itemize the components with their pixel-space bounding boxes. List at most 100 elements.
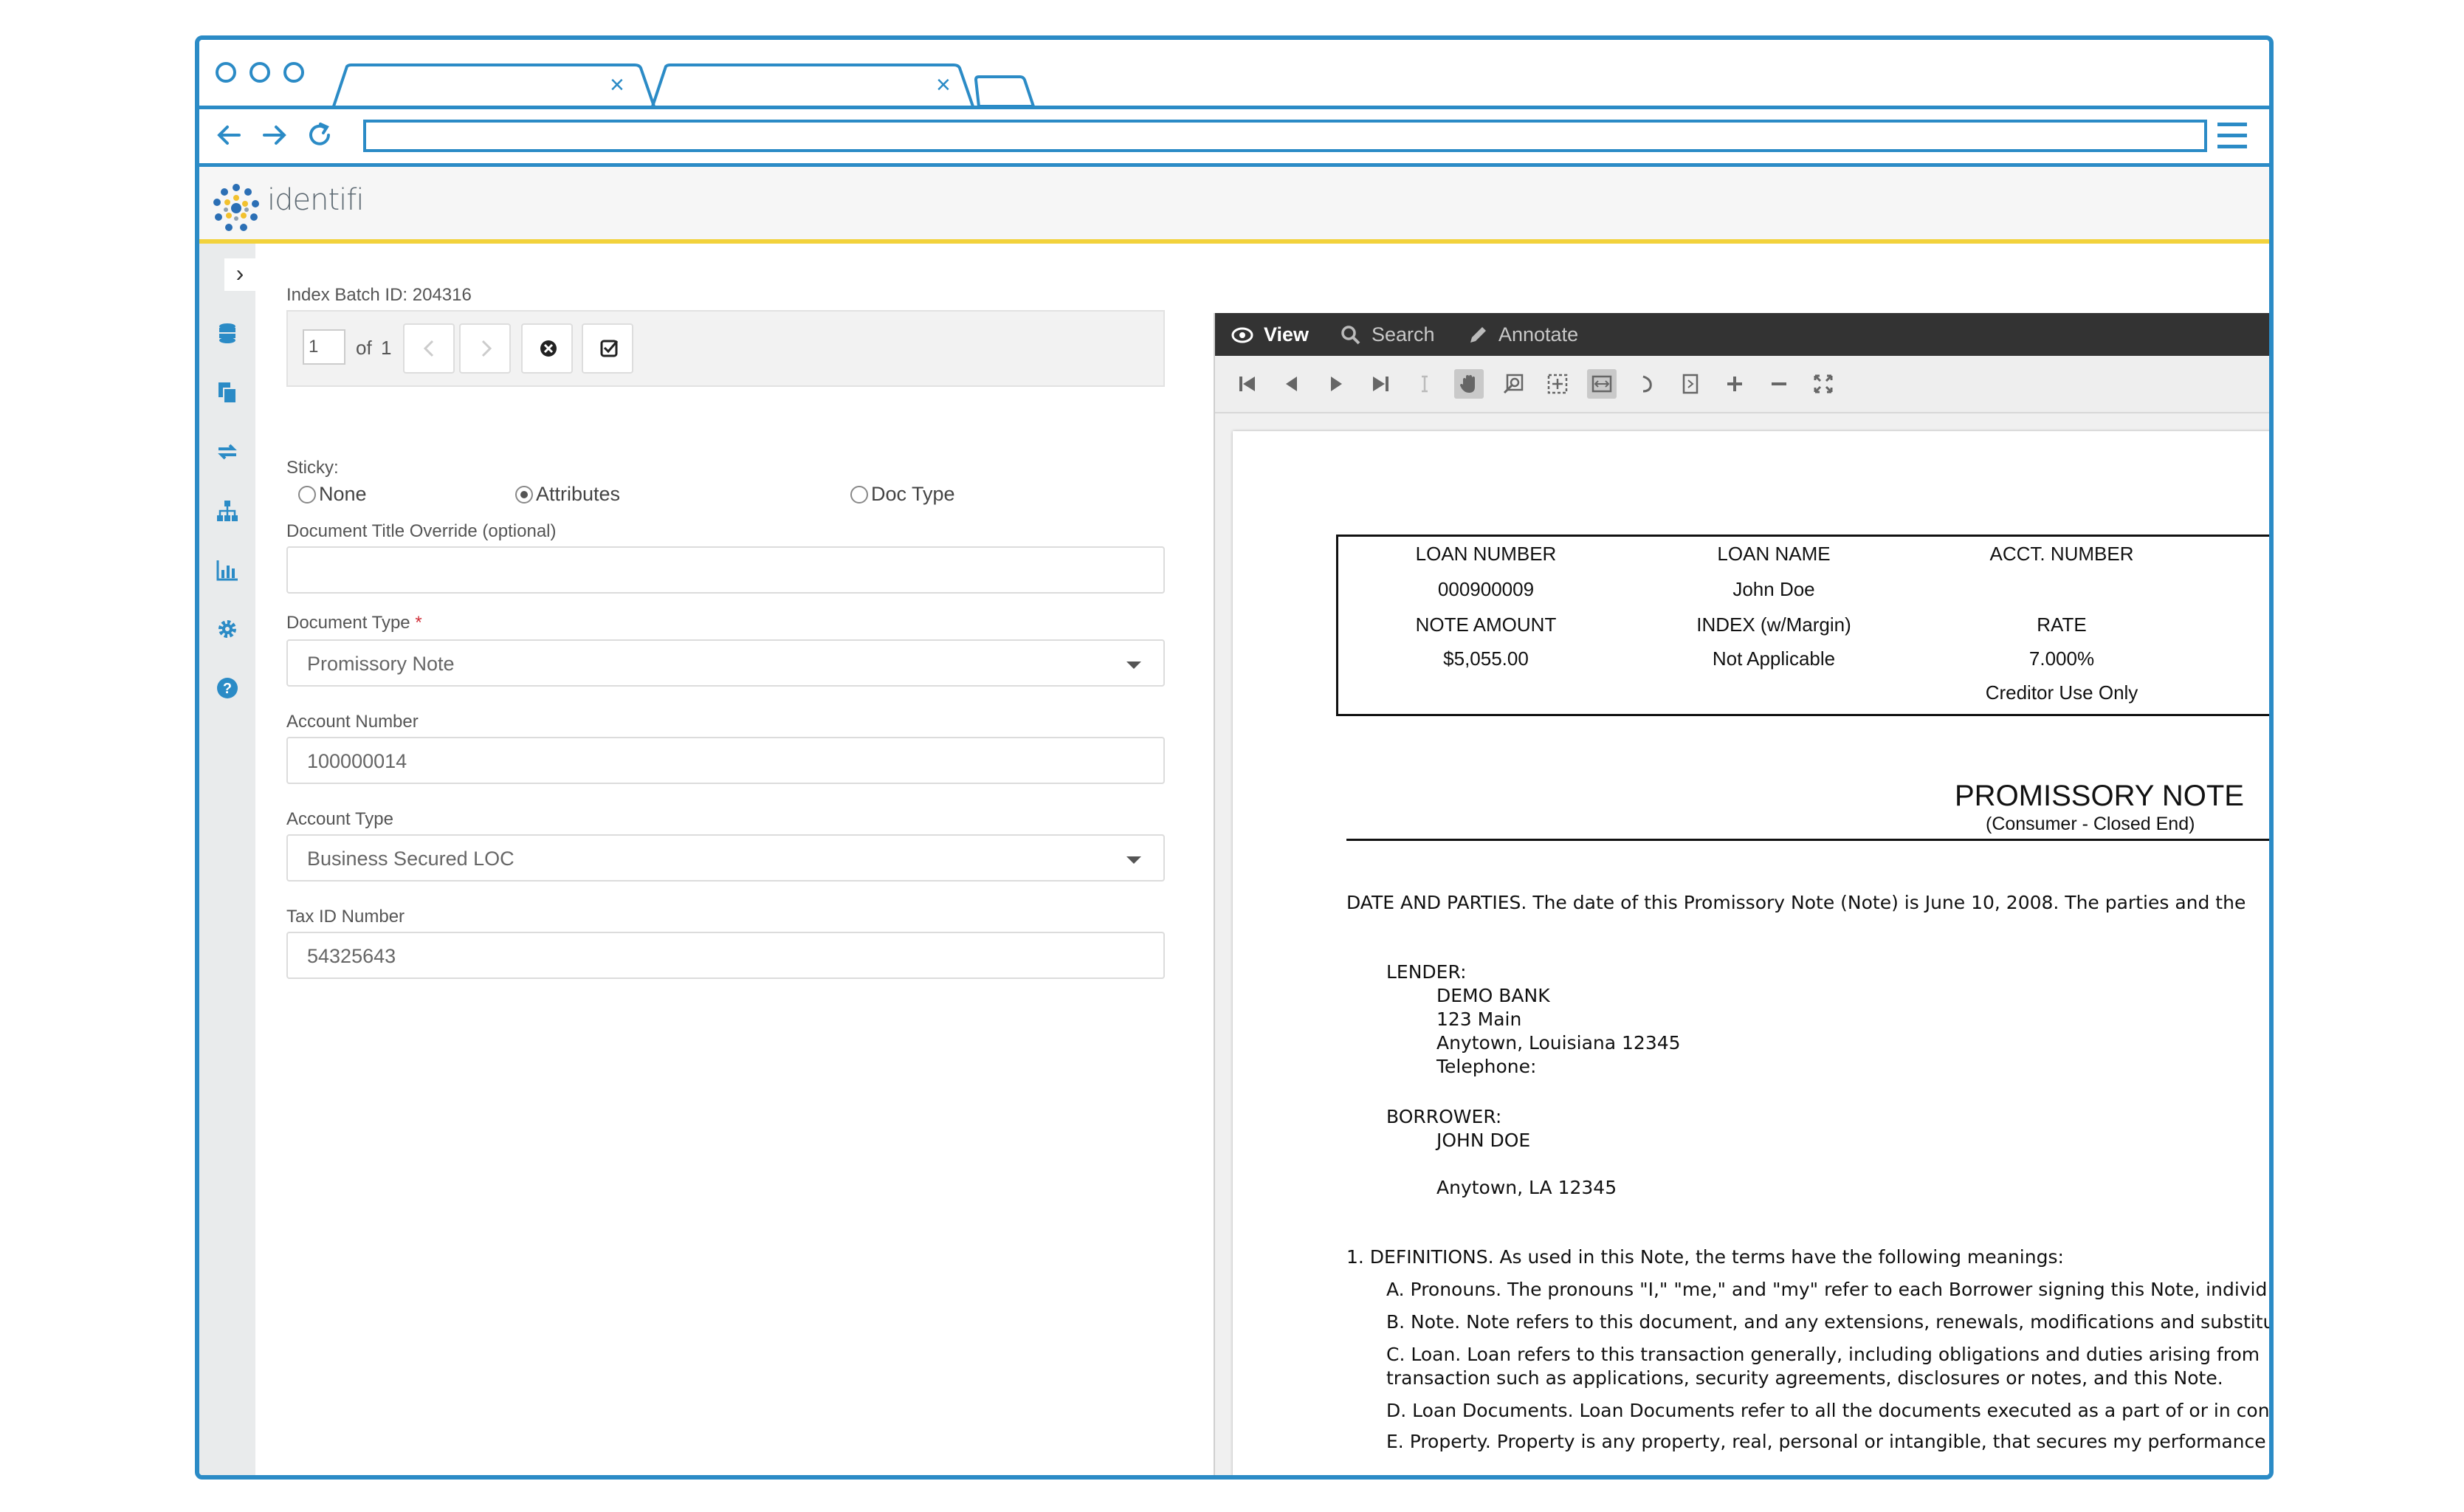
table-header-loan-number: LOAN NUMBER [1415, 543, 1557, 565]
help-icon[interactable]: ? [214, 675, 241, 701]
rotate-icon[interactable] [1631, 369, 1661, 399]
confirm-button[interactable] [582, 323, 633, 374]
table-header-loan-name: LOAN NAME [1717, 543, 1831, 565]
pencil-icon [1470, 327, 1486, 343]
cancel-button[interactable] [521, 323, 573, 374]
window-control-dot[interactable] [283, 62, 304, 83]
table-header-acct-number: ACCT. NUMBER [1989, 543, 2134, 565]
database-icon[interactable] [214, 320, 241, 347]
app-header: identifi [199, 167, 2269, 244]
first-page-icon[interactable] [1233, 369, 1262, 399]
definition-line: E. Property. Property is any property, r… [1386, 1431, 2274, 1452]
title-rule [1346, 839, 2269, 841]
tab-close-icon[interactable]: × [936, 72, 951, 97]
previous-page-icon[interactable] [1277, 369, 1307, 399]
borrower-label: BORROWER: [1386, 1106, 1502, 1127]
borrower-line: Anytown, LA 12345 [1436, 1177, 1617, 1198]
eye-icon [1231, 327, 1253, 343]
window-control-dot[interactable] [250, 62, 270, 83]
tax-id-label: Tax ID Number [286, 907, 405, 927]
identifi-logo-icon [213, 184, 259, 231]
tax-id-value: 54325643 [307, 945, 396, 967]
doc-type-value: Promissory Note [307, 653, 455, 675]
loan-summary-table: LOAN NUMBER LOAN NAME ACCT. NUMBER 00090… [1336, 535, 2269, 716]
tab-view[interactable]: View [1264, 323, 1309, 346]
viewer-toolbar [1215, 356, 2269, 413]
last-page-icon[interactable] [1366, 369, 1395, 399]
transfer-icon[interactable] [214, 439, 241, 465]
tax-id-input[interactable]: 54325643 [286, 932, 1165, 979]
fit-width-icon[interactable] [1587, 369, 1617, 399]
page-navigator: of 1 [286, 310, 1165, 387]
close-circle-icon [540, 340, 557, 357]
browser-tab-2[interactable] [651, 63, 976, 108]
definition-line: D. Loan Documents. Loan Documents refer … [1386, 1400, 2274, 1421]
table-cell-loan-name: John Doe [1732, 578, 1815, 600]
next-page-icon[interactable] [1321, 369, 1351, 399]
account-number-input[interactable]: 100000014 [286, 737, 1165, 784]
reload-icon[interactable] [303, 118, 337, 152]
sticky-label: Sticky: [286, 458, 339, 478]
account-number-value: 100000014 [307, 750, 407, 772]
definitions-heading: 1. DEFINITIONS. As used in this Note, th… [1346, 1246, 2064, 1268]
browser-tab-1[interactable] [332, 63, 657, 108]
account-number-label: Account Number [286, 712, 419, 732]
zoom-out-icon[interactable] [1764, 369, 1794, 399]
caret-down-icon [1126, 662, 1141, 669]
tab-close-icon[interactable]: × [610, 72, 624, 97]
title-override-input[interactable] [286, 546, 1165, 594]
lender-line: 123 Main [1436, 1008, 1522, 1030]
tab-search[interactable]: Search [1372, 323, 1435, 346]
tab-annotate[interactable]: Annotate [1498, 323, 1578, 346]
expand-rail-button[interactable]: › [224, 258, 255, 291]
window-control-dot[interactable] [216, 62, 236, 83]
document-viewer: View Search Annotate LOAN NUMBER LOAN NA… [1214, 313, 2274, 1475]
gear-icon[interactable] [214, 616, 241, 642]
back-arrow-icon[interactable] [213, 118, 247, 152]
browser-window: × × identifi › ? Index Batch ID: 204316 … [195, 35, 2274, 1480]
svg-text:?: ? [223, 681, 232, 697]
table-cell-index: Not Applicable [1712, 647, 1836, 670]
table-header-rate: RATE [2037, 614, 2087, 636]
sticky-doctype-radio[interactable] [850, 486, 868, 504]
zoom-region-icon[interactable] [1498, 369, 1528, 399]
text-select-icon[interactable] [1410, 369, 1439, 399]
page-of-label: of [356, 337, 372, 359]
sticky-none-radio[interactable] [298, 486, 316, 504]
prev-page-button[interactable] [403, 323, 455, 374]
lender-line: DEMO BANK [1436, 985, 1550, 1006]
documents-icon[interactable] [214, 379, 241, 406]
forward-arrow-icon[interactable] [257, 118, 291, 152]
account-type-label: Account Type [286, 809, 393, 829]
document-page: LOAN NUMBER LOAN NAME ACCT. NUMBER 00090… [1233, 431, 2274, 1475]
chevron-right-icon [481, 340, 492, 357]
pan-hand-icon[interactable] [1454, 369, 1484, 399]
next-page-button[interactable] [459, 323, 511, 374]
batch-id-label: Index Batch ID: 204316 [286, 285, 472, 305]
marquee-zoom-icon[interactable] [1543, 369, 1572, 399]
page-number-input[interactable] [303, 329, 345, 365]
org-chart-icon[interactable] [214, 498, 241, 524]
bar-chart-icon[interactable] [214, 557, 241, 583]
table-cell-loan-number: 000900009 [1437, 578, 1535, 600]
document-title: PROMISSORY NOTE [1955, 780, 2244, 812]
definition-line: A. Pronouns. The pronouns "I," "me," and… [1386, 1279, 2268, 1300]
doc-type-select[interactable]: Promissory Note [286, 639, 1165, 687]
new-tab-button[interactable] [974, 63, 1036, 108]
table-cell-rate: 7.000% [2028, 647, 2095, 670]
app-logo-text: identifi [267, 183, 364, 217]
lender-line: Anytown, Louisiana 12345 [1436, 1032, 1681, 1054]
zoom-in-icon[interactable] [1720, 369, 1749, 399]
sticky-attributes-label: Attributes [536, 483, 621, 505]
fullscreen-icon[interactable] [1809, 369, 1838, 399]
fit-page-icon[interactable] [1676, 369, 1705, 399]
address-bar[interactable] [363, 120, 2207, 152]
table-footer-creditor-use: Creditor Use Only [1985, 681, 2138, 704]
borrower-line: JOHN DOE [1436, 1130, 1531, 1151]
lender-label: LENDER: [1386, 961, 1467, 983]
hamburger-menu-icon[interactable] [2217, 123, 2247, 149]
search-icon [1341, 326, 1360, 345]
sticky-attributes-radio[interactable] [515, 486, 533, 504]
page-total: 1 [381, 337, 392, 359]
account-type-select[interactable]: Business Secured LOC [286, 834, 1165, 882]
